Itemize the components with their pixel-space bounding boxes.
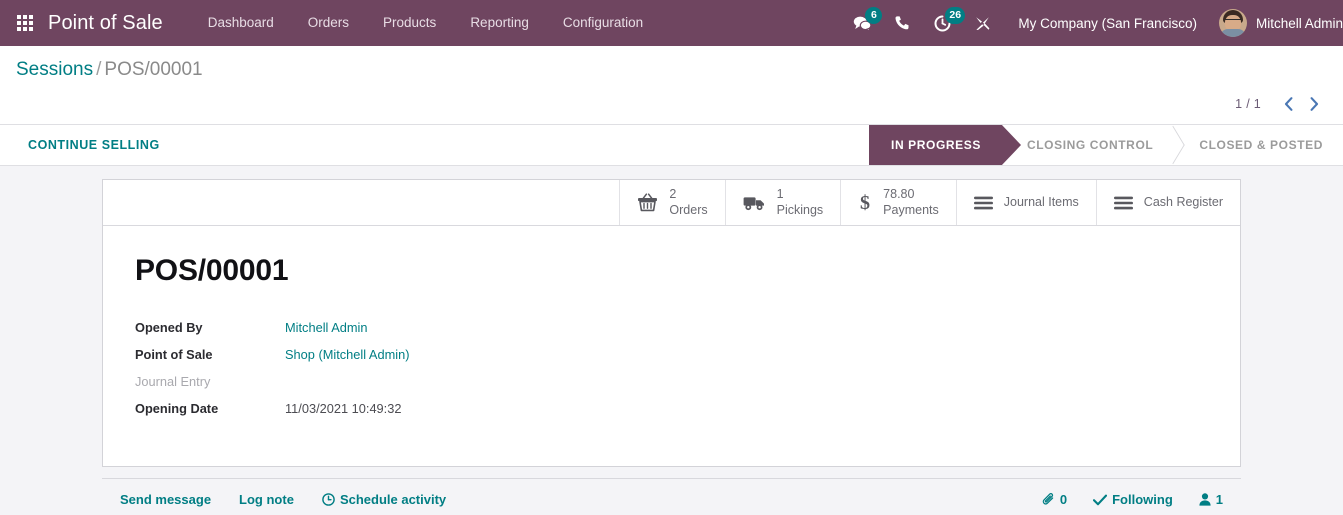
list-icon	[1114, 196, 1133, 210]
messages-button[interactable]: 6	[842, 0, 882, 46]
main-menu: Dashboard Orders Products Reporting Conf…	[191, 0, 660, 46]
systray: 6 26 My Company (San Francisco)	[842, 0, 1343, 46]
field-value-point-of-sale[interactable]: Shop (Mitchell Admin)	[285, 345, 409, 372]
menu-item-orders[interactable]: Orders	[291, 0, 366, 46]
smart-button-payments-value: 78.80	[883, 187, 939, 202]
schedule-activity-label: Schedule activity	[340, 492, 446, 507]
app-brand-title[interactable]: Point of Sale	[48, 12, 163, 35]
check-icon	[1093, 494, 1107, 506]
chevron-right-icon	[1310, 97, 1319, 111]
attachment-count: 0	[1060, 492, 1067, 507]
breadcrumb-parent-sessions[interactable]: Sessions	[16, 59, 93, 80]
menu-item-products[interactable]: Products	[366, 0, 453, 46]
paperclip-icon	[1042, 493, 1055, 507]
field-label-opened-by: Opened By	[135, 318, 285, 345]
pager-next-button[interactable]	[1301, 91, 1327, 117]
menu-item-configuration[interactable]: Configuration	[546, 0, 660, 46]
field-value-opening-date[interactable]: 11/03/2021 10:49:32	[285, 399, 409, 426]
developer-tools-button[interactable]	[962, 0, 1002, 46]
pager-value: 1 / 1	[1235, 97, 1275, 111]
smart-button-orders-value: 2	[669, 187, 707, 202]
company-switcher[interactable]: My Company (San Francisco)	[1002, 16, 1213, 31]
avatar	[1219, 9, 1247, 37]
following-button[interactable]: Following	[1093, 492, 1173, 507]
page-title: POS/00001	[135, 254, 1208, 288]
field-row-journal-entry: Journal Entry	[135, 372, 409, 399]
schedule-activity-button[interactable]: Schedule activity	[322, 492, 446, 507]
smart-button-orders-label: Orders	[669, 203, 707, 218]
status-stage-in-progress[interactable]: IN PROGRESS	[869, 125, 1001, 166]
send-message-button[interactable]: Send message	[120, 492, 211, 507]
phone-button[interactable]	[882, 0, 922, 46]
smart-button-orders[interactable]: 2 Orders	[619, 180, 724, 225]
activities-button[interactable]: 26	[922, 0, 962, 46]
follower-count: 1	[1216, 492, 1223, 507]
field-label-point-of-sale: Point of Sale	[135, 345, 285, 372]
smart-button-pickings-value: 1	[777, 187, 824, 202]
smart-button-cash-register-label: Cash Register	[1144, 195, 1223, 210]
record-sheet: 2 Orders 1 Pickings	[102, 179, 1241, 467]
wrench-tools-icon	[974, 15, 991, 32]
dollar-icon: $	[858, 192, 872, 213]
field-row-opened-by: Opened By Mitchell Admin	[135, 318, 409, 345]
apps-menu-button[interactable]	[8, 0, 42, 46]
log-note-button[interactable]: Log note	[239, 492, 294, 507]
smart-button-pickings[interactable]: 1 Pickings	[725, 180, 841, 225]
attachments-button[interactable]: 0	[1042, 492, 1067, 507]
truck-icon	[743, 194, 766, 211]
status-pipeline: IN PROGRESS CLOSING CONTROL CLOSED & POS…	[869, 125, 1343, 166]
followers-button[interactable]: 1	[1199, 492, 1223, 507]
field-value-opened-by[interactable]: Mitchell Admin	[285, 318, 409, 345]
smart-button-payments[interactable]: $ 78.80 Payments	[840, 180, 956, 225]
content-area: 2 Orders 1 Pickings	[0, 166, 1343, 515]
log-note-label: Log note	[239, 492, 294, 507]
following-label: Following	[1112, 492, 1173, 507]
smart-button-journal-items-label: Journal Items	[1004, 195, 1079, 210]
smart-button-box: 2 Orders 1 Pickings	[103, 180, 1240, 226]
breadcrumb-current-record: POS/00001	[104, 59, 202, 80]
messages-badge: 6	[865, 7, 882, 24]
statusbar-row: CONTINUE SELLING IN PROGRESS CLOSING CON…	[0, 125, 1343, 166]
chevron-left-icon	[1284, 97, 1293, 111]
field-value-journal-entry[interactable]	[285, 372, 409, 399]
pager-previous-button[interactable]	[1275, 91, 1301, 117]
chatter-stats: 0 Following 1	[1016, 492, 1223, 507]
basket-icon	[637, 193, 658, 212]
apps-grid-icon	[17, 15, 33, 31]
chatter: Send message Log note Schedule activity …	[102, 478, 1241, 507]
clock-icon	[322, 493, 335, 506]
smart-button-payments-label: Payments	[883, 203, 939, 218]
smart-button-journal-items[interactable]: Journal Items	[956, 180, 1096, 225]
smart-button-cash-register[interactable]: Cash Register	[1096, 180, 1240, 225]
user-menu[interactable]: Mitchell Admin	[1213, 9, 1343, 37]
breadcrumb-separator: /	[93, 59, 104, 80]
field-row-point-of-sale: Point of Sale Shop (Mitchell Admin)	[135, 345, 409, 372]
chatter-actions: Send message Log note Schedule activity	[120, 492, 474, 507]
svg-text:$: $	[860, 192, 870, 213]
pager: 1 / 1	[1235, 91, 1327, 117]
field-list: Opened By Mitchell Admin Point of Sale S…	[135, 318, 409, 426]
user-name: Mitchell Admin	[1256, 16, 1343, 31]
record-form: POS/00001 Opened By Mitchell Admin Point…	[103, 226, 1240, 466]
top-navbar: Point of Sale Dashboard Orders Products …	[0, 0, 1343, 46]
control-panel: Sessions/POS/00001 1 / 1	[0, 46, 1343, 125]
breadcrumb: Sessions/POS/00001	[16, 59, 203, 81]
menu-item-reporting[interactable]: Reporting	[453, 0, 546, 46]
smart-button-pickings-label: Pickings	[777, 203, 824, 218]
field-label-opening-date: Opening Date	[135, 399, 285, 426]
status-stage-closing-control[interactable]: CLOSING CONTROL	[1001, 125, 1173, 166]
send-message-label: Send message	[120, 492, 211, 507]
phone-icon	[894, 15, 910, 31]
field-label-journal-entry: Journal Entry	[135, 372, 285, 399]
status-stage-closed-posted[interactable]: CLOSED & POSTED	[1173, 125, 1343, 166]
field-row-opening-date: Opening Date 11/03/2021 10:49:32	[135, 399, 409, 426]
list-icon	[974, 196, 993, 210]
user-icon	[1199, 493, 1211, 506]
continue-selling-button[interactable]: CONTINUE SELLING	[26, 133, 162, 157]
menu-item-dashboard[interactable]: Dashboard	[191, 0, 291, 46]
